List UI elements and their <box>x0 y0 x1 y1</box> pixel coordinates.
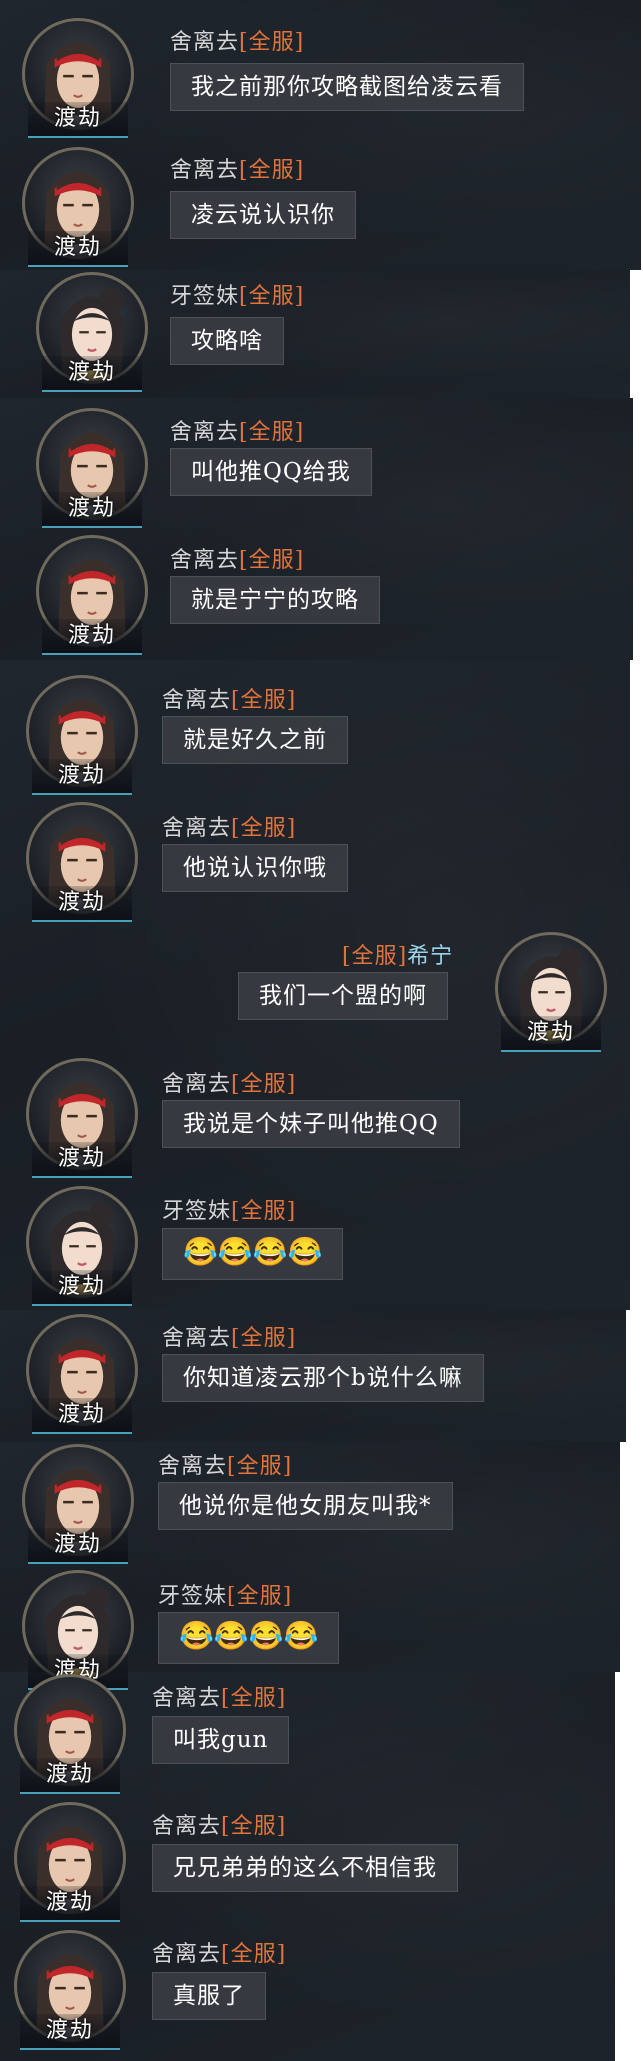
avatar[interactable]: 渡劫 <box>22 800 142 922</box>
sender-name-row: 舍离去[全服] <box>152 1808 286 1840</box>
server-tag: [全服] <box>239 30 305 55</box>
sender-name-row: 牙签妹[全服] <box>162 1193 296 1225</box>
message-bubble[interactable]: 叫我gun <box>152 1716 290 1764</box>
message-bubble[interactable]: 我说是个妹子叫他推QQ <box>162 1100 460 1148</box>
sender-name-row: 舍离去[全服] <box>152 1680 286 1712</box>
server-tag: [全服] <box>239 548 305 573</box>
server-tag: [全服] <box>231 1326 297 1351</box>
server-tag: [全服] <box>239 284 305 309</box>
sender-name-row: 舍离去[全服] <box>152 1936 286 1968</box>
rank-label: 渡劫 <box>28 231 128 267</box>
avatar[interactable]: 渡劫 <box>32 270 152 392</box>
avatar[interactable]: 渡劫 <box>10 1928 130 2050</box>
server-tag: [全服] <box>231 816 297 841</box>
sender-name-row: 舍离去[全服] <box>162 1320 296 1352</box>
rank-label: 渡劫 <box>28 1528 128 1564</box>
server-tag: [全服] <box>342 944 408 969</box>
server-tag: [全服] <box>221 1814 287 1839</box>
sender-name[interactable]: 舍离去 <box>162 1326 231 1351</box>
emoji-message-bubble[interactable]: 😂😂😂😂 <box>162 1228 344 1280</box>
server-tag: [全服] <box>239 158 305 183</box>
sender-name[interactable]: 舍离去 <box>170 420 239 445</box>
avatar[interactable]: 渡劫 <box>18 1442 138 1564</box>
sender-name[interactable]: 舍离去 <box>162 1072 231 1097</box>
rank-label: 渡劫 <box>28 102 128 138</box>
server-tag: [全服] <box>231 688 297 713</box>
message-bubble[interactable]: 我之前那你攻略截图给凌云看 <box>170 63 524 111</box>
sender-name-row: 舍离去[全服] <box>170 152 304 184</box>
sender-name-row: 舍离去[全服] <box>162 682 296 714</box>
avatar[interactable]: 渡劫 <box>18 16 138 138</box>
sender-name[interactable]: 舍离去 <box>170 548 239 573</box>
sender-name[interactable]: 舍离去 <box>162 816 231 841</box>
sender-name[interactable]: 舍离去 <box>152 1686 221 1711</box>
emoji-message-bubble[interactable]: 😂😂😂😂 <box>158 1612 340 1664</box>
avatar[interactable]: 渡劫 <box>32 533 152 655</box>
server-tag: [全服] <box>231 1072 297 1097</box>
sender-name-row: 舍离去[全服] <box>158 1448 292 1480</box>
avatar[interactable]: 渡劫 <box>22 673 142 795</box>
avatar[interactable]: 渡劫 <box>10 1800 130 1922</box>
message-bubble[interactable]: 兄兄弟弟的这么不相信我 <box>152 1844 458 1892</box>
rank-label: 渡劫 <box>42 619 142 655</box>
rank-label: 渡劫 <box>32 1142 132 1178</box>
sender-name[interactable]: 牙签妹 <box>162 1199 231 1224</box>
sender-name-row: 牙签妹[全服] <box>170 278 304 310</box>
rank-label: 渡劫 <box>42 492 142 528</box>
server-tag: [全服] <box>221 1942 287 1967</box>
message-bubble[interactable]: 我们一个盟的啊 <box>238 972 448 1020</box>
sender-name-row: 舍离去[全服] <box>162 810 296 842</box>
avatar[interactable]: 渡劫 <box>18 145 138 267</box>
sender-name[interactable]: 舍离去 <box>158 1454 227 1479</box>
sender-name[interactable]: 舍离去 <box>152 1814 221 1839</box>
sender-name-row: [全服]希宁 <box>342 938 453 970</box>
rank-label: 渡劫 <box>20 1758 120 1794</box>
sender-name[interactable]: 牙签妹 <box>170 284 239 309</box>
rank-label: 渡劫 <box>32 759 132 795</box>
sender-name[interactable]: 舍离去 <box>170 158 239 183</box>
sender-name[interactable]: 牙签妹 <box>158 1584 227 1609</box>
sender-name-row: 舍离去[全服] <box>170 542 304 574</box>
server-tag: [全服] <box>239 420 305 445</box>
sender-name-row: 舍离去[全服] <box>170 24 304 56</box>
message-bubble[interactable]: 就是好久之前 <box>162 716 348 764</box>
rank-label: 渡劫 <box>501 1016 601 1052</box>
server-tag: [全服] <box>221 1686 287 1711</box>
rank-label: 渡劫 <box>20 1886 120 1922</box>
avatar[interactable]: 渡劫 <box>22 1184 142 1306</box>
avatar[interactable]: 渡劫 <box>22 1056 142 1178</box>
sender-name[interactable]: 希宁 <box>407 944 453 969</box>
rank-label: 渡劫 <box>20 2014 120 2050</box>
message-bubble[interactable]: 他说认识你哦 <box>162 844 348 892</box>
message-bubble[interactable]: 就是宁宁的攻略 <box>170 576 380 624</box>
rank-label: 渡劫 <box>42 356 142 392</box>
server-tag: [全服] <box>227 1584 293 1609</box>
message-bubble[interactable]: 叫他推QQ给我 <box>170 448 372 496</box>
avatar[interactable]: 渡劫 <box>32 406 152 528</box>
sender-name[interactable]: 舍离去 <box>162 688 231 713</box>
sender-name-row: 舍离去[全服] <box>170 414 304 446</box>
message-bubble[interactable]: 攻略啥 <box>170 317 284 365</box>
rank-label: 渡劫 <box>32 1398 132 1434</box>
avatar[interactable]: 渡劫 <box>10 1672 130 1794</box>
rank-label: 渡劫 <box>32 886 132 922</box>
message-bubble[interactable]: 凌云说认识你 <box>170 191 356 239</box>
message-bubble[interactable]: 真服了 <box>152 1972 266 2020</box>
sender-name-row: 舍离去[全服] <box>162 1066 296 1098</box>
server-tag: [全服] <box>231 1199 297 1224</box>
message-bubble[interactable]: 他说你是他女朋友叫我* <box>158 1482 453 1530</box>
avatar[interactable]: 渡劫 <box>22 1312 142 1434</box>
avatar[interactable]: 渡劫 <box>18 1568 138 1690</box>
rank-label: 渡劫 <box>32 1270 132 1306</box>
sender-name[interactable]: 舍离去 <box>152 1942 221 1967</box>
message-bubble[interactable]: 你知道凌云那个b说什么嘛 <box>162 1354 484 1402</box>
sender-name-row: 牙签妹[全服] <box>158 1578 292 1610</box>
server-tag: [全服] <box>227 1454 293 1479</box>
sender-name[interactable]: 舍离去 <box>170 30 239 55</box>
avatar[interactable]: 渡劫 <box>491 930 611 1052</box>
